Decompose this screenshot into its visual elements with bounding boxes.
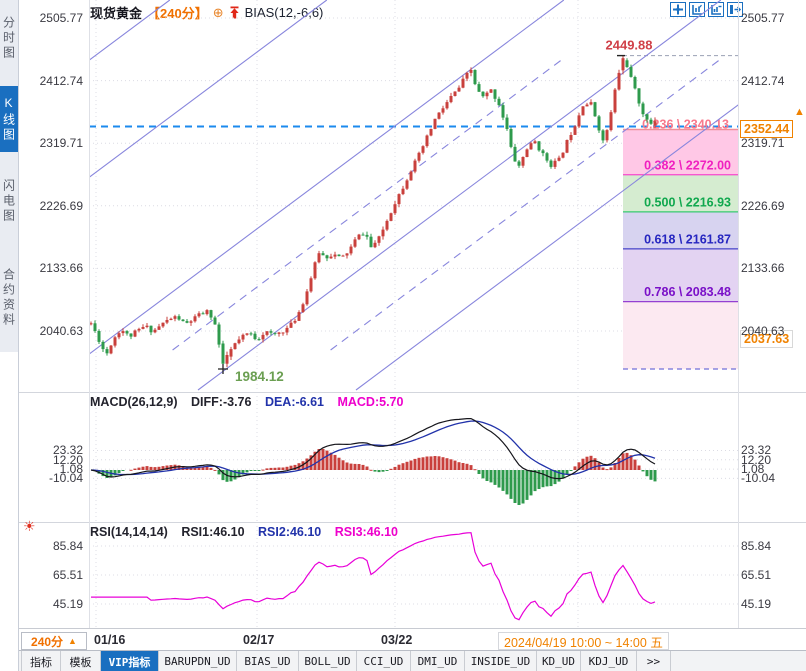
panel-divider [19,522,806,523]
indicator-tab[interactable]: BARUPDN_UD [159,651,237,671]
svg-text:0.500 \ 2216.93: 0.500 \ 2216.93 [644,195,731,209]
rsi-header: RSI(14,14,14) RSI1:46.10 RSI2:46.10 RSI3… [90,525,408,539]
chart-area: 现货黄金 【240分】 ⊕ BIAS(12,-6,6) [19,0,806,671]
y-axis-label: 2412.74 [19,74,83,88]
sidebar-tab-selected[interactable]: K线图 [0,86,18,152]
date-range-label: 2024/04/19 10:00 ~ 14:00 五 [498,632,669,650]
indicator-tab-bar: 指标模板VIP指标BARUPDN_UDBIAS_UDBOLL_UDCCI_UDD… [19,650,806,671]
svg-text:2449.88: 2449.88 [606,38,653,53]
sidebar-tab-item[interactable]: 分时图 [0,6,18,70]
indicator-tab[interactable]: INSIDE_UD [465,651,537,671]
plot-right-border [738,0,739,628]
period-selector-label: 240分 [31,633,63,650]
indicator-tab[interactable]: KDJ_UD [581,651,637,671]
rsi3-value: RSI3:46.10 [335,525,398,539]
y-axis-label: 85.84 [19,539,83,553]
sidebar-tab-item[interactable]: 合约资料 [0,250,18,346]
y-axis-label: 2226.69 [19,199,83,213]
y-axis-label: 2040.63 [19,324,83,338]
panel-divider [19,392,806,393]
svg-text:1984.12: 1984.12 [235,369,284,384]
y-axis-label: 45.19 [741,597,771,611]
y-axis-label: 45.19 [19,597,83,611]
macd-plot[interactable] [89,392,738,522]
time-axis-bar: 240分 ▲ 2024/04/19 10:00 ~ 14:00 五 01/16 0… [19,628,806,651]
y-axis-label: 2226.69 [741,199,784,213]
y-axis-label: 2133.66 [19,261,83,275]
indicator-tab[interactable]: VIP指标 [101,651,159,671]
y-axis-label: 2505.77 [19,11,83,25]
rsi2-value: RSI2:46.10 [258,525,321,539]
y-axis-label: 2505.77 [741,11,784,25]
indicator-tab[interactable]: DMI_UD [411,651,465,671]
macd-title: MACD(26,12,9) [90,395,178,409]
y-axis-label: 2133.66 [741,261,784,275]
macd-dea-value: DEA:-6.61 [265,395,324,409]
trading-app-window: 分时图 K线图闪电图合约资料 现货黄金 【240分】 ⊕ BIAS(12,-6,6… [0,0,806,671]
indicator-tab[interactable]: CCI_UD [357,651,411,671]
y-axis-label: 2040.63 [741,324,784,338]
sidebar-tab-item[interactable]: 闪电图 [0,168,18,234]
indicator-tab[interactable]: KD_UD [537,651,581,671]
indicator-tab[interactable]: BOLL_UD [299,651,357,671]
indicator-tab[interactable]: BIAS_UD [237,651,299,671]
x-axis-tick-label: 02/17 [243,633,274,647]
macd-macd-value: MACD:5.70 [337,395,403,409]
macd-diff-value: DIFF:-3.76 [191,395,251,409]
indicator-tab[interactable]: 模板 [61,651,101,671]
price-up-arrow-icon: ▲ [794,106,805,118]
period-selector[interactable]: 240分 ▲ [21,632,87,650]
y-axis-label: 85.84 [741,539,771,553]
y-axis-label: 2412.74 [741,74,784,88]
y-axis-label: 2319.71 [741,136,784,150]
y-axis-label: 65.51 [741,568,771,582]
rsi-title: RSI(14,14,14) [90,525,168,539]
x-axis-tick-label: 03/22 [381,633,412,647]
y-axis-label: -10.04 [19,471,83,485]
y-axis-label: 65.51 [19,568,83,582]
indicator-tab[interactable]: 指标 [21,651,61,671]
svg-text:0.786 \ 2083.48: 0.786 \ 2083.48 [644,285,731,299]
indicator-tab[interactable]: >> [637,651,671,671]
macd-header: MACD(26,12,9) DIFF:-3.76 DEA:-6.61 MACD:… [90,395,413,409]
y-axis-label: -10.04 [741,471,775,485]
indicator-settings-sun-icon[interactable]: ☀ [23,518,36,535]
left-sidebar: 分时图 K线图闪电图合约资料 [0,0,19,671]
period-caret-icon: ▲ [68,636,77,646]
x-axis-tick-label: 01/16 [94,633,125,647]
y-axis-label: 2319.71 [19,136,83,150]
candlestick-plot[interactable]: 0.382 \ 2272.000.500 \ 2216.930.618 \ 21… [89,0,738,392]
rsi1-value: RSI1:46.10 [181,525,244,539]
svg-text:0.618 \ 2161.87: 0.618 \ 2161.87 [644,232,731,246]
